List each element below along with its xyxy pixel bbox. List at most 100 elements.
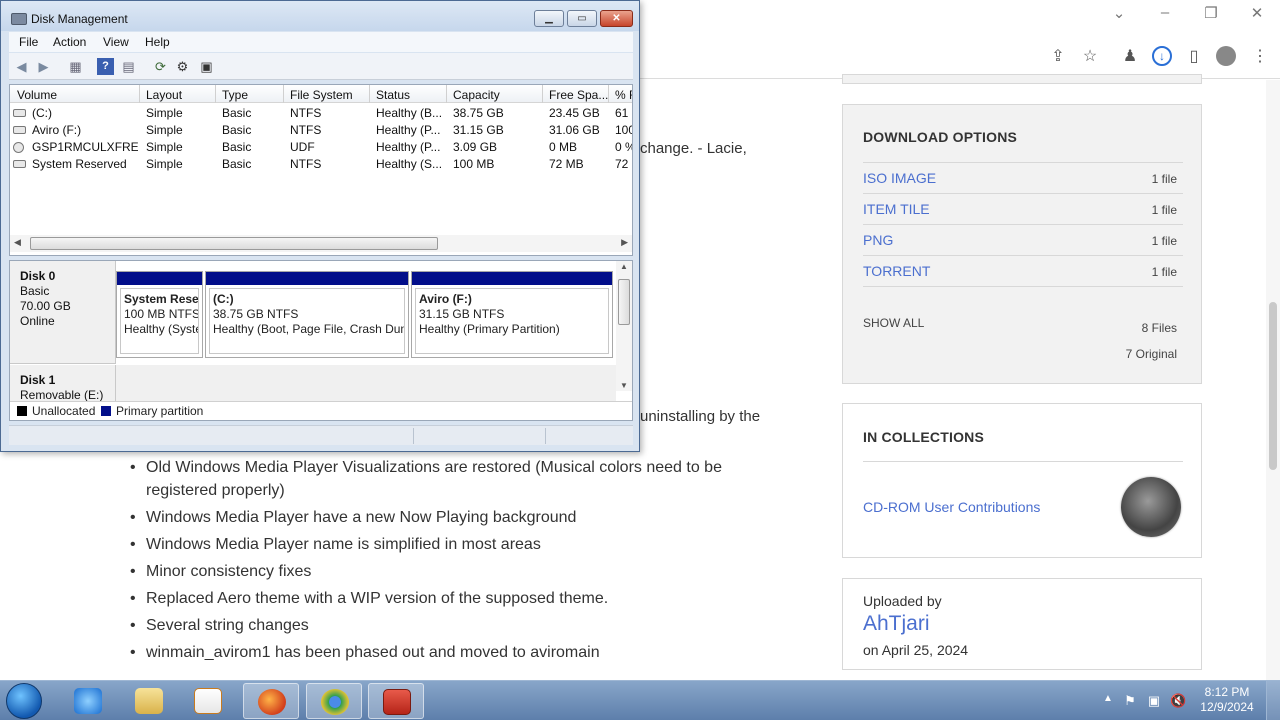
file-system-cell: NTFS bbox=[290, 157, 322, 171]
volume-list: Volume Layout Type File System Status Ca… bbox=[9, 84, 633, 256]
column-header-type[interactable]: Type bbox=[222, 88, 282, 102]
disk-1-label[interactable]: Disk 1 Removable (E:) bbox=[10, 365, 116, 402]
download-link[interactable]: TORRENT bbox=[863, 263, 930, 279]
taskbar-explorer[interactable] bbox=[121, 683, 177, 719]
status-cell: Healthy (P... bbox=[376, 123, 441, 137]
maximize-button[interactable]: ▭ bbox=[567, 10, 597, 27]
column-divider[interactable] bbox=[215, 85, 216, 103]
network-icon[interactable]: ▣ bbox=[1146, 693, 1162, 708]
close-icon[interactable]: ✕ bbox=[1247, 4, 1267, 22]
download-link[interactable]: ITEM TILE bbox=[863, 201, 930, 217]
partition-system-reserved[interactable]: System Rese 100 MB NTFS Healthy (Syste bbox=[116, 271, 203, 358]
table-row[interactable]: System Reserved Simple Basic NTFS Health… bbox=[10, 156, 632, 173]
column-header-capacity[interactable]: Capacity bbox=[453, 88, 538, 102]
extension-icon[interactable]: ♟ bbox=[1118, 44, 1142, 68]
title-bar[interactable]: Disk Management ▁ ▭ ✕ bbox=[1, 1, 639, 31]
download-row-png[interactable]: PNG 1 file bbox=[863, 224, 1183, 255]
menu-file[interactable]: File bbox=[19, 35, 38, 49]
taskbar-firefox[interactable] bbox=[243, 683, 299, 719]
restore-icon[interactable]: ❐ bbox=[1201, 4, 1221, 22]
forward-arrow-icon[interactable]: ▶ bbox=[35, 58, 52, 75]
partition-c[interactable]: (C:) 38.75 GB NTFS Healthy (Boot, Page F… bbox=[205, 271, 409, 358]
partition-name: System Rese bbox=[124, 292, 199, 306]
page-scrollbar-thumb[interactable] bbox=[1269, 302, 1277, 470]
taskbar-chrome[interactable] bbox=[306, 683, 362, 719]
scroll-right-icon[interactable]: ▶ bbox=[621, 237, 628, 248]
refresh-icon[interactable]: ⟳ bbox=[152, 58, 169, 75]
back-arrow-icon[interactable]: ◀ bbox=[13, 58, 30, 75]
partition-name: Aviro (F:) bbox=[419, 292, 472, 306]
minimize-icon[interactable]: – bbox=[1155, 4, 1175, 21]
download-row-item-tile[interactable]: ITEM TILE 1 file bbox=[863, 193, 1183, 224]
scroll-down-icon[interactable]: ▼ bbox=[620, 381, 628, 390]
uploader-name-link[interactable]: AhTjari bbox=[863, 612, 930, 636]
bookmark-star-icon[interactable]: ☆ bbox=[1078, 44, 1102, 68]
show-all-link[interactable]: SHOW ALL bbox=[863, 316, 924, 330]
menu-help[interactable]: Help bbox=[145, 35, 170, 49]
console-tree-icon[interactable]: ▦ bbox=[67, 58, 84, 75]
help-icon[interactable]: ? bbox=[97, 58, 114, 75]
minimize-button[interactable]: ▁ bbox=[534, 10, 564, 27]
column-divider[interactable] bbox=[369, 85, 370, 103]
disk-0-label[interactable]: Disk 0 Basic 70.00 GB Online bbox=[10, 261, 116, 364]
percent-free-cell: 0 % bbox=[615, 140, 632, 154]
show-all-row[interactable]: SHOW ALL 8 Files 7 Original bbox=[863, 286, 1183, 361]
primary-partition-bar bbox=[412, 272, 612, 285]
column-divider[interactable] bbox=[542, 85, 543, 103]
column-header-volume[interactable]: Volume bbox=[17, 88, 137, 102]
menu-kebab-icon[interactable]: ⋮ bbox=[1248, 44, 1272, 68]
column-divider[interactable] bbox=[608, 85, 609, 103]
start-button[interactable] bbox=[6, 683, 42, 719]
show-desktop-button[interactable] bbox=[1266, 681, 1280, 720]
profile-avatar-icon[interactable] bbox=[1216, 46, 1236, 66]
menu-view[interactable]: View bbox=[103, 35, 129, 49]
status-cell: Healthy (S... bbox=[376, 157, 443, 171]
column-header-status[interactable]: Status bbox=[376, 88, 446, 102]
horizontal-scrollbar-thumb[interactable] bbox=[30, 237, 438, 250]
table-row[interactable]: (C:) Simple Basic NTFS Healthy (B... 38.… bbox=[10, 105, 632, 122]
uploader-card: Uploaded by AhTjari on April 25, 2024 bbox=[842, 578, 1202, 670]
settings-icon[interactable]: ▣ bbox=[198, 58, 215, 75]
table-row[interactable]: GSP1RMCULXFRE... Simple Basic UDF Health… bbox=[10, 139, 632, 156]
status-cell: Healthy (B... bbox=[376, 106, 443, 120]
show-hidden-icons-icon[interactable]: ▲ bbox=[1100, 693, 1116, 707]
volume-muted-icon[interactable]: 🔇 bbox=[1170, 693, 1186, 708]
download-row-iso[interactable]: ISO IMAGE 1 file bbox=[863, 162, 1183, 193]
scroll-left-icon[interactable]: ◀ bbox=[14, 237, 21, 248]
download-link[interactable]: PNG bbox=[863, 232, 893, 248]
column-divider[interactable] bbox=[139, 85, 140, 103]
column-divider[interactable] bbox=[283, 85, 284, 103]
vertical-scrollbar-thumb[interactable] bbox=[618, 279, 630, 325]
rescan-disks-icon[interactable]: ⚙ bbox=[174, 58, 191, 75]
vertical-scrollbar[interactable]: ▲ ▼ bbox=[616, 261, 632, 391]
close-button[interactable]: ✕ bbox=[600, 10, 633, 27]
side-panel-icon[interactable]: ▯ bbox=[1182, 44, 1206, 68]
column-divider[interactable] bbox=[446, 85, 447, 103]
column-header-layout[interactable]: Layout bbox=[146, 88, 216, 102]
column-header-percent-free[interactable]: % F bbox=[615, 88, 632, 102]
table-row[interactable]: Aviro (F:) Simple Basic NTFS Healthy (P.… bbox=[10, 122, 632, 139]
collections-title: IN COLLECTIONS bbox=[863, 429, 985, 445]
taskbar-internet-explorer[interactable] bbox=[60, 683, 116, 719]
taskbar-disk-management[interactable] bbox=[368, 683, 424, 719]
download-row-torrent[interactable]: TORRENT 1 file bbox=[863, 255, 1183, 286]
horizontal-scrollbar[interactable]: ◀ ▶ bbox=[10, 235, 632, 252]
taskbar-clock[interactable]: 8:12 PM 12/9/2024 bbox=[1195, 685, 1259, 715]
action-center-flag-icon[interactable]: ⚑ bbox=[1122, 693, 1138, 708]
share-icon[interactable]: ⇪ bbox=[1046, 44, 1070, 68]
column-header-file-system[interactable]: File System bbox=[290, 88, 370, 102]
type-cell: Basic bbox=[222, 157, 252, 171]
column-header-free-space[interactable]: Free Spa... bbox=[549, 88, 611, 102]
properties-icon[interactable]: ▤ bbox=[120, 58, 137, 75]
tab-dropdown-icon[interactable]: ⌄ bbox=[1109, 4, 1129, 22]
download-icon[interactable]: ↓ bbox=[1152, 46, 1172, 66]
menu-action[interactable]: Action bbox=[53, 35, 86, 49]
collection-thumbnail[interactable] bbox=[1121, 477, 1181, 537]
taskbar-media-player[interactable] bbox=[180, 683, 236, 719]
download-link[interactable]: ISO IMAGE bbox=[863, 170, 936, 186]
collection-link[interactable]: CD-ROM User Contributions bbox=[863, 499, 1040, 515]
partition-aviro-f[interactable]: Aviro (F:) 31.15 GB NTFS Healthy (Primar… bbox=[411, 271, 613, 358]
toolbox-icon bbox=[383, 689, 411, 715]
page-scrollbar[interactable] bbox=[1266, 80, 1280, 680]
scroll-up-icon[interactable]: ▲ bbox=[620, 262, 628, 271]
